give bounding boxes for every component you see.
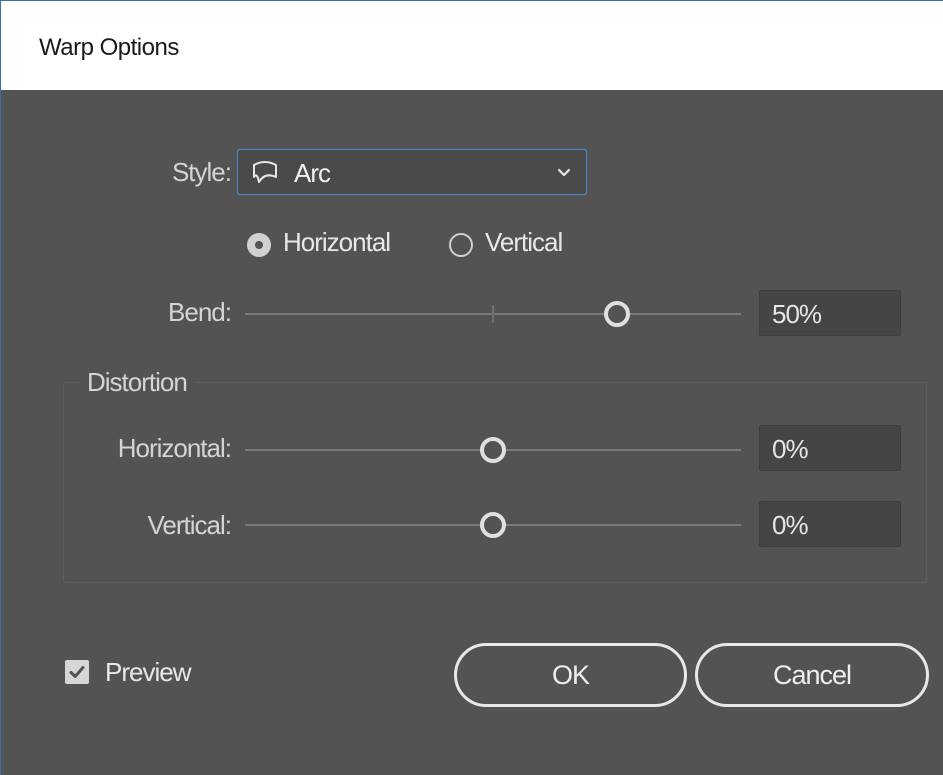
horizontal-radio-label[interactable]: Horizontal [283, 227, 391, 258]
ok-button[interactable]: OK [454, 643, 687, 707]
style-dropdown[interactable]: Arc [237, 149, 587, 195]
bend-value: 50% [772, 299, 822, 329]
bend-slider-thumb[interactable] [604, 301, 630, 327]
arc-icon [253, 161, 277, 183]
title-bar: Warp Options [1, 1, 943, 90]
style-label: Style: [171, 157, 232, 187]
distortion-vertical-value: 0% [772, 510, 809, 540]
bend-label: Bend: [168, 297, 232, 327]
warp-options-dialog: Warp Options Style: Arc Horizontal Verti… [0, 0, 943, 775]
distortion-group [63, 382, 927, 583]
preview-label[interactable]: Preview [105, 657, 191, 688]
horizontal-radio[interactable] [247, 233, 271, 257]
vertical-radio-label[interactable]: Vertical [485, 227, 563, 258]
distortion-horizontal-slider-thumb[interactable] [480, 437, 506, 463]
check-icon [69, 666, 85, 678]
preview-checkbox[interactable] [65, 660, 89, 684]
distortion-horizontal-value-field[interactable]: 0% [759, 425, 901, 471]
distortion-title: Distortion [79, 367, 195, 398]
distortion-horizontal-value: 0% [772, 434, 809, 464]
bend-value-field[interactable]: 50% [759, 290, 901, 336]
window-title: Warp Options [39, 34, 179, 61]
distortion-vertical-label: Vertical: [147, 510, 233, 540]
vertical-radio[interactable] [449, 233, 473, 257]
cancel-button[interactable]: Cancel [695, 643, 929, 707]
distortion-horizontal-label: Horizontal: [117, 433, 232, 463]
bend-center-tick [492, 305, 494, 323]
distortion-vertical-slider-thumb[interactable] [480, 512, 506, 538]
style-value: Arc [294, 158, 331, 188]
chevron-down-icon [557, 168, 571, 177]
distortion-vertical-value-field[interactable]: 0% [759, 501, 901, 547]
